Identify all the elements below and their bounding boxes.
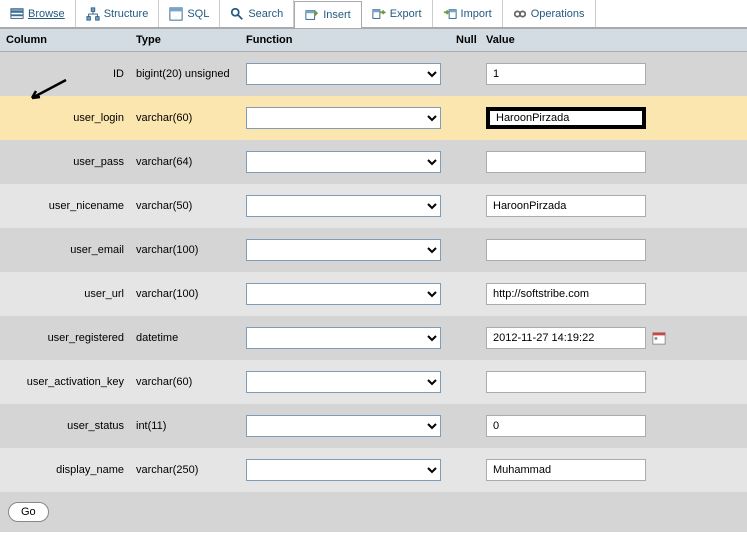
- tab-label: Insert: [323, 9, 351, 21]
- tab-sql[interactable]: SQL: [159, 0, 220, 27]
- table-row: user_statusint(11): [0, 404, 747, 448]
- value-input[interactable]: [486, 327, 646, 349]
- function-select[interactable]: [246, 283, 441, 305]
- value-input[interactable]: [486, 239, 646, 261]
- column-name: user_status: [6, 420, 136, 432]
- tab-label: Search: [248, 8, 283, 20]
- tab-structure[interactable]: Structure: [76, 0, 160, 27]
- tab-label: Export: [390, 8, 422, 20]
- column-type: datetime: [136, 332, 246, 344]
- column-type: varchar(100): [136, 288, 246, 300]
- column-type: varchar(60): [136, 376, 246, 388]
- tab-label: Import: [461, 8, 492, 20]
- column-type: varchar(50): [136, 200, 246, 212]
- footer: Go: [0, 492, 747, 532]
- column-type: varchar(250): [136, 464, 246, 476]
- sql-icon: [169, 7, 183, 21]
- table-row: user_loginvarchar(60): [0, 96, 747, 140]
- column-name: user_email: [6, 244, 136, 256]
- value-input[interactable]: [486, 151, 646, 173]
- header-type: Type: [130, 29, 240, 51]
- table-row: user_activation_keyvarchar(60): [0, 360, 747, 404]
- table-row: IDbigint(20) unsigned: [0, 52, 747, 96]
- value-input[interactable]: [486, 63, 646, 85]
- function-select[interactable]: [246, 151, 441, 173]
- column-name: user_activation_key: [6, 376, 136, 388]
- value-input[interactable]: [486, 459, 646, 481]
- function-select[interactable]: [246, 415, 441, 437]
- header-column: Column: [0, 29, 130, 51]
- tab-label: SQL: [187, 8, 209, 20]
- column-name: user_login: [6, 112, 136, 124]
- tab-search[interactable]: Search: [220, 0, 294, 27]
- function-select[interactable]: [246, 459, 441, 481]
- structure-icon: [86, 7, 100, 21]
- calendar-icon[interactable]: [652, 331, 666, 345]
- value-input[interactable]: [486, 371, 646, 393]
- function-select[interactable]: [246, 371, 441, 393]
- function-select[interactable]: [246, 107, 441, 129]
- column-type: varchar(100): [136, 244, 246, 256]
- table-row: user_urlvarchar(100): [0, 272, 747, 316]
- column-type: varchar(60): [136, 112, 246, 124]
- function-select[interactable]: [246, 63, 441, 85]
- tab-label: Operations: [531, 8, 585, 20]
- operations-icon: [513, 7, 527, 21]
- table-body: IDbigint(20) unsigneduser_loginvarchar(6…: [0, 52, 747, 492]
- tab-browse[interactable]: Browse: [0, 0, 76, 27]
- function-select[interactable]: [246, 327, 441, 349]
- column-name: display_name: [6, 464, 136, 476]
- column-name: user_pass: [6, 156, 136, 168]
- tab-insert[interactable]: Insert: [294, 1, 362, 28]
- column-name: user_nicename: [6, 200, 136, 212]
- column-name: user_url: [6, 288, 136, 300]
- column-type: bigint(20) unsigned: [136, 68, 246, 80]
- tab-label: Browse: [28, 8, 65, 20]
- tab-bar: Browse Structure SQL Search Insert Export Impo…: [0, 0, 747, 28]
- tab-import[interactable]: Import: [433, 0, 503, 27]
- value-input[interactable]: [486, 283, 646, 305]
- import-icon: [443, 7, 457, 21]
- tab-export[interactable]: Export: [362, 0, 433, 27]
- header-function: Function: [240, 29, 450, 51]
- table-header: Column Type Function Null Value: [0, 28, 747, 52]
- arrow-annotation: [20, 78, 68, 109]
- tab-operations[interactable]: Operations: [503, 0, 596, 27]
- search-icon: [230, 7, 244, 21]
- export-icon: [372, 7, 386, 21]
- tab-label: Structure: [104, 8, 149, 20]
- header-value: Value: [480, 29, 747, 51]
- table-row: user_emailvarchar(100): [0, 228, 747, 272]
- browse-icon: [10, 7, 24, 21]
- insert-icon: [305, 8, 319, 22]
- table-row: user_nicenamevarchar(50): [0, 184, 747, 228]
- table-row: user_registereddatetime: [0, 316, 747, 360]
- function-select[interactable]: [246, 239, 441, 261]
- value-input[interactable]: [486, 415, 646, 437]
- value-input[interactable]: [486, 195, 646, 217]
- column-type: int(11): [136, 420, 246, 432]
- table-row: user_passvarchar(64): [0, 140, 747, 184]
- header-null: Null: [450, 29, 480, 51]
- value-input[interactable]: [486, 107, 646, 129]
- function-select[interactable]: [246, 195, 441, 217]
- column-type: varchar(64): [136, 156, 246, 168]
- column-name: user_registered: [6, 332, 136, 344]
- table-row: display_namevarchar(250): [0, 448, 747, 492]
- go-button[interactable]: Go: [8, 502, 49, 522]
